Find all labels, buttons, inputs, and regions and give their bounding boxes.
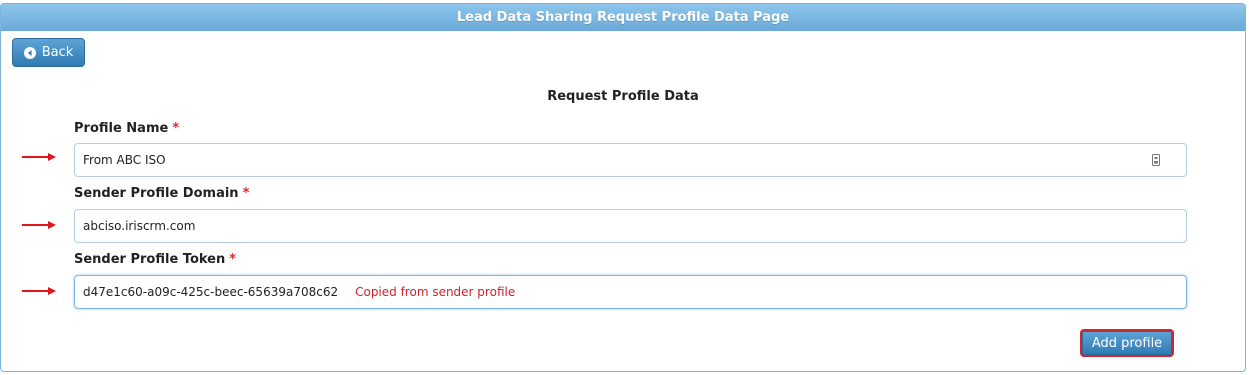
required-marker: * (229, 252, 237, 267)
sender-profile-token-label-text: Sender Profile Token (74, 252, 226, 267)
sender-profile-token-input[interactable]: d47e1c60-a09c-425c-beec-65639a708c62 Cop… (74, 275, 1187, 309)
profile-name-value: From ABC ISO (83, 153, 166, 167)
sender-profile-token-label: Sender Profile Token * (74, 252, 236, 267)
red-arrow-icon (22, 153, 56, 161)
profile-name-label: Profile Name * (74, 121, 179, 136)
page-title: Lead Data Sharing Request Profile Data P… (1, 4, 1245, 31)
required-marker: * (172, 121, 180, 136)
back-button[interactable]: Back (12, 38, 85, 67)
required-marker: * (242, 186, 250, 201)
profile-name-input[interactable]: From ABC ISO (74, 143, 1187, 177)
circle-arrow-left-icon (23, 46, 36, 59)
profile-name-label-text: Profile Name (74, 121, 169, 136)
add-profile-button[interactable]: Add profile (1080, 329, 1174, 357)
red-arrow-icon (22, 287, 56, 295)
autofill-icon[interactable] (1152, 154, 1160, 166)
token-annotation: Copied from sender profile (355, 285, 516, 299)
back-button-label: Back (41, 45, 74, 60)
sender-profile-domain-input[interactable]: abciso.iriscrm.com (74, 209, 1187, 243)
section-title: Request Profile Data (547, 89, 699, 104)
sender-profile-domain-label: Sender Profile Domain * (74, 186, 249, 201)
sender-profile-domain-value: abciso.iriscrm.com (83, 219, 196, 233)
red-arrow-icon (22, 221, 56, 229)
sender-profile-domain-label-text: Sender Profile Domain (74, 186, 239, 201)
sender-profile-token-value: d47e1c60-a09c-425c-beec-65639a708c62 (83, 285, 339, 299)
